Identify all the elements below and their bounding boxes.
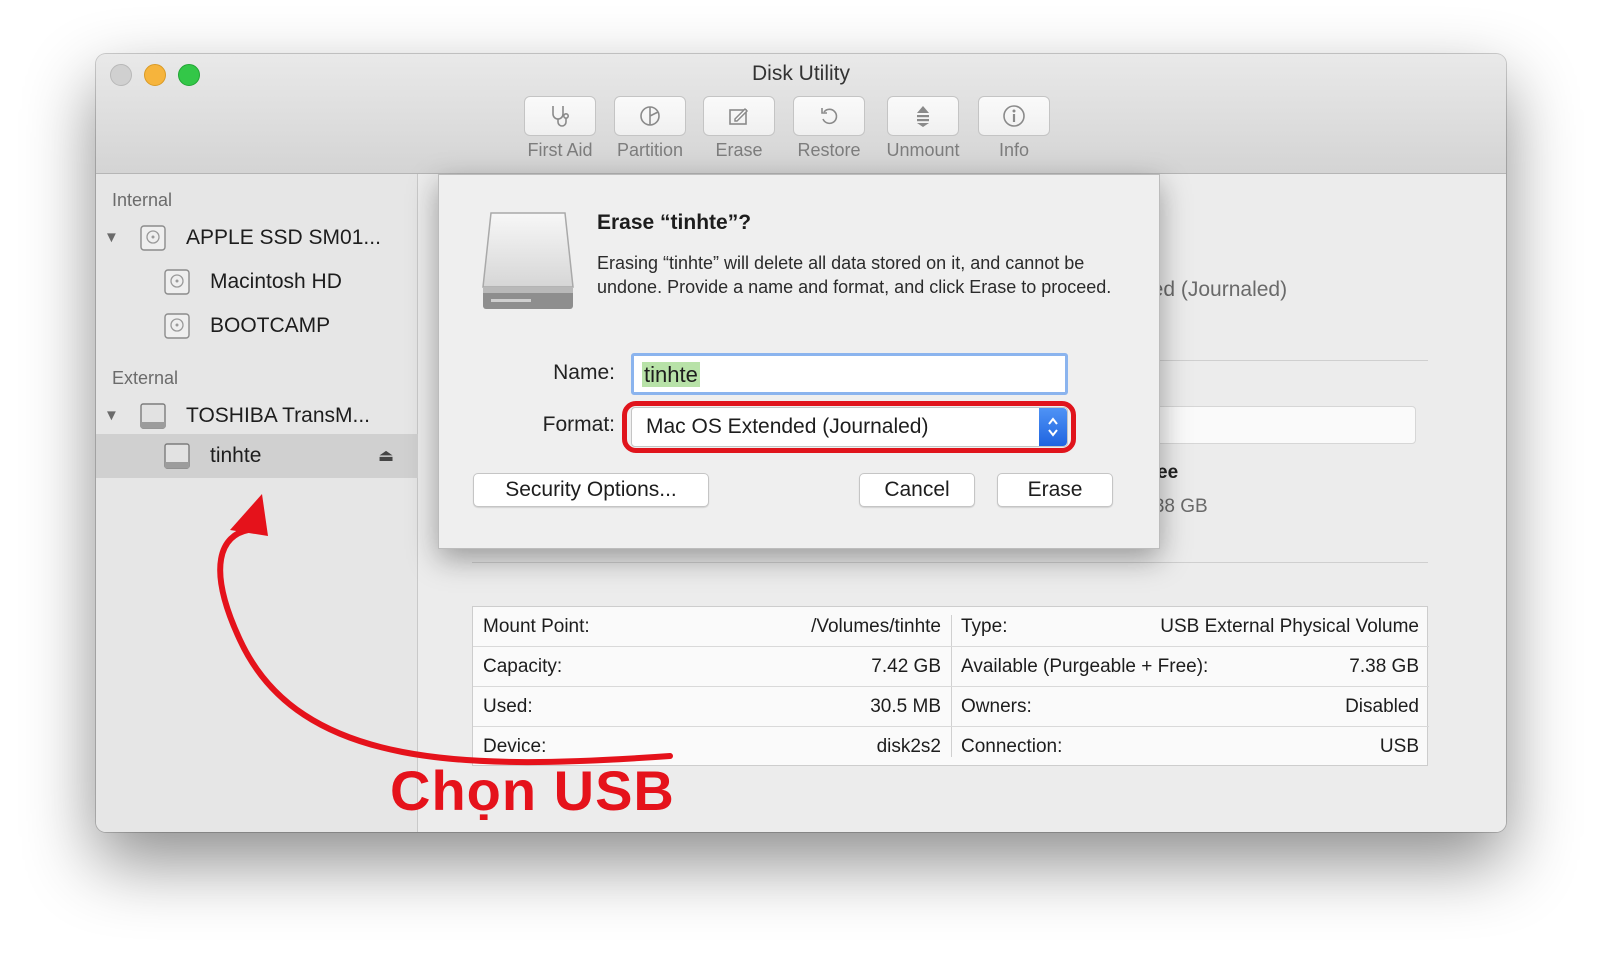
name-label: Name: <box>553 361 615 384</box>
partition-tool[interactable]: Partition <box>604 96 696 161</box>
info-row: Mount Point: /Volumes/tinhte <box>473 607 951 647</box>
internal-disk-icon <box>140 225 166 251</box>
format-label: Format: <box>542 413 615 436</box>
usage-bar <box>1138 406 1416 444</box>
sidebar-item-tinhte[interactable]: tinhte ⏏ <box>96 434 418 478</box>
info-label: Mount Point: <box>483 615 590 637</box>
sidebar-item-toshiba[interactable]: ▼ TOSHIBA TransM... <box>96 395 418 437</box>
unmount-label: Unmount <box>886 140 960 160</box>
info-row: Type: USB External Physical Volume <box>951 607 1429 647</box>
erase-tool[interactable]: Erase <box>693 96 785 161</box>
sidebar-item-label: tinhte <box>210 444 262 467</box>
disclosure-triangle-icon[interactable]: ▼ <box>104 407 119 424</box>
window-title: Disk Utility <box>752 62 850 85</box>
erase-tool-button[interactable] <box>703 96 775 136</box>
info-value: /Volumes/tinhte <box>811 615 941 637</box>
info-label: Connection: <box>961 736 1063 757</box>
restore-arrow-icon <box>821 108 838 125</box>
external-drive-icon <box>482 212 574 309</box>
security-options-button[interactable]: Security Options... <box>473 473 709 507</box>
name-value: tinhte <box>642 362 700 387</box>
dialog-message: Erasing “tinhte” will delete all data st… <box>597 253 1112 297</box>
info-label: Used: <box>483 695 533 717</box>
stethoscope-icon <box>552 106 569 127</box>
cancel-button[interactable]: Cancel <box>859 473 975 507</box>
info-value: 7.38 GB <box>1349 655 1419 677</box>
internal-volume-icon <box>164 313 190 339</box>
info-label: Type: <box>961 615 1008 637</box>
external-disk-icon <box>140 403 166 429</box>
first-aid-tool[interactable]: First Aid <box>514 96 606 161</box>
sidebar-item-label: Macintosh HD <box>210 270 342 293</box>
partition-pie-icon <box>640 106 660 126</box>
info-label: Capacity: <box>483 655 563 677</box>
info-column-left: Mount Point: /Volumes/tinhte Capacity: 7.4… <box>473 607 951 765</box>
internal-volume-icon <box>164 269 190 295</box>
info-value: 7.42 GB <box>871 655 941 677</box>
external-volume-icon <box>164 443 190 469</box>
info-tool[interactable]: Info <box>968 96 1060 161</box>
disclosure-triangle-icon[interactable]: ▼ <box>104 229 119 246</box>
info-value: disk2s2 <box>876 736 941 757</box>
sidebar-item-macintosh-hd[interactable]: Macintosh HD <box>96 261 418 303</box>
sidebar-item-label: TOSHIBA TransM... <box>186 404 370 427</box>
unmount-button[interactable] <box>887 96 959 136</box>
sidebar-item-bootcamp[interactable]: BOOTCAMP <box>96 305 418 347</box>
unmount-icon <box>917 106 929 127</box>
info-value: USB External Physical Volume <box>1160 615 1419 637</box>
info-table: Mount Point: /Volumes/tinhte Capacity: 7.4… <box>472 606 1429 766</box>
sidebar: Internal ▼ APPLE SSD SM01... Macintosh H… <box>96 174 418 832</box>
info-row: Capacity: 7.42 GB <box>473 647 951 687</box>
partition-button[interactable] <box>614 96 686 136</box>
info-row: Connection: USB <box>951 727 1429 767</box>
erase-button[interactable]: Erase <box>997 473 1113 507</box>
erase-dialog: Erase “tinhte”? Erasing “tinhte” will de… <box>438 174 1160 549</box>
info-label: Available (Purgeable + Free): <box>961 655 1209 677</box>
info-icon <box>1003 105 1025 127</box>
info-label: Owners: <box>961 695 1032 717</box>
first-aid-label: First Aid <box>527 140 593 160</box>
info-label: Info <box>998 140 1030 160</box>
format-partial-text: ded (Journaled) <box>1140 278 1288 301</box>
sidebar-item-label: BOOTCAMP <box>210 314 331 337</box>
annotation-label: Chọn USB <box>390 759 675 822</box>
info-column-right: Type: USB External Physical Volume Availa… <box>951 607 1429 765</box>
info-value: 30.5 MB <box>870 695 941 717</box>
restore-tool[interactable]: Restore <box>783 96 875 161</box>
erase-tool-label: Erase <box>715 140 763 160</box>
sidebar-header-internal: Internal <box>112 190 173 210</box>
info-row: Available (Purgeable + Free): 7.38 GB <box>951 647 1429 687</box>
info-value: USB <box>1379 736 1419 757</box>
highlight-ring-annotation <box>622 401 1076 453</box>
info-row: Used: 30.5 MB <box>473 687 951 727</box>
restore-button[interactable] <box>793 96 865 136</box>
sidebar-header-external: External <box>112 368 179 388</box>
partition-label: Partition <box>616 140 684 160</box>
sidebar-item-apple-ssd[interactable]: ▼ APPLE SSD SM01... <box>96 217 418 259</box>
first-aid-button[interactable] <box>524 96 596 136</box>
info-button[interactable] <box>978 96 1050 136</box>
dialog-title: Erase “tinhte”? <box>597 211 752 234</box>
divider <box>472 562 1428 563</box>
restore-label: Restore <box>797 140 861 160</box>
info-label: Device: <box>483 736 547 757</box>
info-row: Owners: Disabled <box>951 687 1429 727</box>
name-field[interactable]: tinhte <box>631 353 1068 395</box>
toolbar: First Aid Partition Erase Restore Unmoun… <box>96 96 1506 170</box>
sidebar-item-label: APPLE SSD SM01... <box>186 226 381 249</box>
unmount-tool[interactable]: Unmount <box>873 96 973 161</box>
eject-icon[interactable]: ⏏ <box>378 446 394 466</box>
info-value: Disabled <box>1345 695 1419 717</box>
erase-pencil-icon <box>729 107 749 125</box>
title-bar: Disk Utility First Aid Partition Erase R… <box>96 54 1506 174</box>
